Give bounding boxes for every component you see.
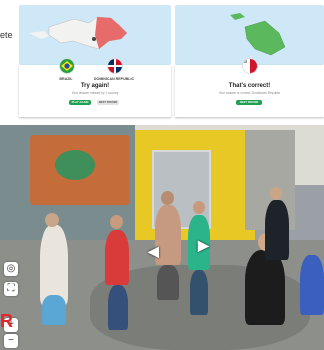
flag-a-label: BRAZIL (59, 77, 73, 81)
island-flag-icon (242, 58, 258, 74)
brand-logo-icon: R (0, 311, 13, 331)
person-head (270, 187, 282, 200)
nav-arrow-right-icon[interactable]: ▶ (198, 237, 209, 254)
map-wrong-answer[interactable] (19, 5, 171, 65)
result-subtitle-wrong: Your answer missed by 1 country (71, 91, 119, 95)
results-panel: BRAZIL DOMINICAN REPUBLIC Try again! You… (19, 0, 324, 120)
island-map (230, 13, 286, 56)
person-head (45, 213, 59, 227)
result-title-wrong: Try again! (80, 83, 110, 89)
person-pants (157, 265, 179, 300)
person-head (110, 215, 123, 229)
person-head (161, 191, 174, 205)
result-title-correct: That's correct! (228, 83, 271, 89)
person-head (193, 201, 205, 214)
result-card-wrong: BRAZIL DOMINICAN REPUBLIC Try again! You… (19, 58, 171, 117)
person-black-tshirt (245, 250, 285, 325)
person (105, 230, 129, 285)
cropped-text: ete (0, 30, 13, 40)
person-jeans (108, 285, 128, 330)
compass-icon[interactable]: ◎ (4, 262, 18, 276)
next-round-button[interactable]: NEXT ROUND (236, 100, 262, 105)
zoom-out-button[interactable]: − (4, 334, 18, 348)
result-card-correct: That's correct! Your answer is correct: … (175, 58, 324, 117)
person-shorts (42, 295, 66, 325)
person-jeans (190, 270, 208, 315)
result-subtitle-correct: Your answer is correct: Dominican Republ… (218, 91, 281, 95)
flag-b-label: DOMINICAN REPUBLIC (93, 77, 135, 81)
play-again-button[interactable]: PLAY AGAIN (69, 100, 91, 105)
nav-arrow-left-icon[interactable]: ◀ (148, 243, 159, 260)
map-correct-answer[interactable] (175, 5, 324, 65)
person-blue-jacket (300, 255, 324, 315)
hispaniola-map (29, 16, 128, 50)
person (40, 225, 68, 305)
street-view-panorama[interactable]: ◀ ▶ (0, 125, 324, 350)
fullscreen-icon[interactable]: ⛶ (4, 282, 18, 296)
next-round-button-secondary[interactable]: NEXT ROUND (97, 100, 119, 105)
dominican-flag-icon (107, 58, 123, 74)
police-officer (265, 200, 289, 260)
mural-detail (55, 150, 95, 180)
brazil-flag-icon (59, 58, 75, 74)
